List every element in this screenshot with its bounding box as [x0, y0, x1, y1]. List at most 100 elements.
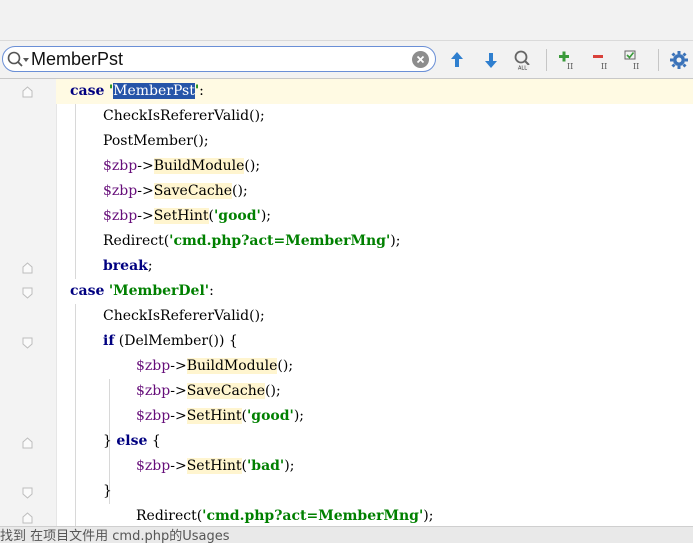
code-line[interactable]: PostMember(); — [103, 129, 209, 154]
select-all-occurrences-icon[interactable]: II — [622, 49, 644, 71]
code-token: ); — [390, 233, 401, 249]
code-token: $zbp — [136, 458, 171, 474]
code-token: CheckIsRefererValid(); — [103, 308, 265, 324]
code-token: else — [116, 433, 148, 449]
previous-occurrence-icon[interactable] — [446, 49, 468, 71]
code-token: (DelMember()) { — [114, 333, 238, 349]
code-token: SetHint — [186, 408, 242, 424]
code-token: $zbp — [136, 358, 171, 374]
code-token: case — [70, 283, 105, 299]
code-token: -> — [170, 358, 187, 374]
toolbar-separator — [546, 49, 547, 71]
code-token: ; — [147, 258, 153, 274]
code-line[interactable]: case 'MemberPst': — [70, 79, 204, 104]
code-token: (); — [232, 183, 248, 199]
editor-tab-bar — [0, 0, 693, 41]
code-token: -> — [137, 183, 154, 199]
code-token: if — [103, 333, 115, 349]
fold-start-icon[interactable] — [22, 487, 33, 499]
code-token: $zbp — [103, 208, 138, 224]
editor-gutter — [0, 79, 57, 526]
fold-start-icon[interactable] — [22, 287, 33, 299]
code-token: $zbp — [103, 158, 138, 174]
remove-occurrence-icon[interactable]: II — [590, 49, 612, 71]
code-token: 'cmd.php?act=MemberMng' — [202, 508, 424, 524]
code-line[interactable]: $zbp->SetHint('bad'); — [136, 454, 294, 479]
svg-text:II: II — [601, 62, 607, 71]
code-token: (); — [244, 158, 261, 174]
code-editor[interactable]: case 'MemberPst': CheckIsRefererValid(); P… — [0, 79, 693, 526]
fold-end-icon[interactable] — [22, 262, 33, 274]
code-token: 'MemberDel' — [108, 283, 210, 299]
indent-guide — [75, 104, 76, 279]
svg-text:ALL: ALL — [518, 66, 527, 72]
code-line[interactable]: if (DelMember()) { — [103, 329, 238, 354]
code-line[interactable]: $zbp->SetHint('good'); — [103, 204, 271, 229]
code-token: $zbp — [136, 408, 171, 424]
search-options-icon[interactable] — [6, 50, 30, 70]
code-line[interactable]: $zbp->BuildModule(); — [136, 354, 293, 379]
code-token: BuildModule — [186, 358, 278, 374]
code-line[interactable]: } else { — [103, 429, 161, 454]
code-line[interactable]: $zbp->BuildModule(); — [103, 154, 260, 179]
code-token: : — [209, 283, 214, 299]
code-token: SetHint — [153, 208, 209, 224]
status-bar: 找到 在项目文件用 cmd.php的Usages — [0, 526, 693, 543]
fold-end-icon[interactable] — [22, 86, 33, 98]
clear-icon[interactable] — [412, 51, 429, 68]
code-token: 'good' — [247, 408, 294, 424]
next-occurrence-icon[interactable] — [480, 49, 502, 71]
find-toolbar: ALL II II II — [0, 41, 693, 79]
fold-end-icon[interactable] — [22, 437, 33, 449]
svg-text:II: II — [567, 62, 573, 71]
code-line[interactable]: break; — [103, 254, 153, 279]
fold-end-icon[interactable] — [22, 512, 33, 524]
code-line[interactable]: $zbp->SaveCache(); — [103, 179, 248, 204]
settings-icon[interactable] — [668, 49, 690, 71]
code-token: CheckIsRefererValid(); — [103, 108, 265, 124]
code-token: ); — [423, 508, 434, 524]
search-field[interactable] — [2, 46, 436, 72]
code-line[interactable]: } — [103, 479, 112, 504]
code-token: SetHint — [186, 458, 242, 474]
code-line[interactable]: case 'MemberDel': — [70, 279, 214, 304]
svg-text:II: II — [633, 62, 639, 71]
fold-start-icon[interactable] — [22, 337, 33, 349]
code-token: -> — [137, 208, 154, 224]
code-line[interactable]: CheckIsRefererValid(); — [103, 104, 265, 129]
code-token: BuildModule — [153, 158, 245, 174]
code-token: ); — [260, 208, 272, 224]
status-text: 找到 在项目文件用 cmd.php的Usages — [0, 529, 230, 543]
code-token: -> — [137, 158, 154, 174]
code-token: PostMember(); — [103, 133, 209, 149]
code-token: : — [199, 83, 204, 99]
code-token: SaveCache — [186, 383, 266, 399]
code-token: -> — [170, 383, 187, 399]
code-line[interactable]: Redirect('cmd.php?act=MemberMng'); — [103, 229, 400, 254]
add-occurrence-icon[interactable]: II — [556, 49, 578, 71]
code-token: $zbp — [103, 183, 138, 199]
code-token: Redirect( — [103, 233, 170, 249]
code-line[interactable]: Redirect('cmd.php?act=MemberMng'); — [136, 504, 433, 526]
search-match-highlight: MemberPst — [113, 83, 195, 99]
code-token: 'bad' — [247, 458, 285, 474]
find-all-icon[interactable]: ALL — [512, 49, 534, 71]
code-token: (); — [265, 383, 281, 399]
code-line[interactable]: CheckIsRefererValid(); — [103, 304, 265, 329]
code-token: case — [70, 83, 105, 99]
code-token: (); — [277, 358, 294, 374]
code-token: SaveCache — [153, 183, 233, 199]
code-token: ); — [293, 408, 305, 424]
code-token: { — [147, 433, 161, 449]
search-input[interactable] — [31, 49, 401, 69]
code-token: 'good' — [214, 208, 261, 224]
code-line[interactable]: $zbp->SetHint('good'); — [136, 404, 304, 429]
toolbar-separator — [658, 49, 659, 71]
code-token: -> — [170, 408, 187, 424]
code-token: -> — [170, 458, 187, 474]
code-token: } — [103, 483, 112, 499]
code-token: $zbp — [136, 383, 171, 399]
code-token: 'cmd.php?act=MemberMng' — [169, 233, 391, 249]
code-token: } — [103, 433, 117, 449]
code-line[interactable]: $zbp->SaveCache(); — [136, 379, 281, 404]
